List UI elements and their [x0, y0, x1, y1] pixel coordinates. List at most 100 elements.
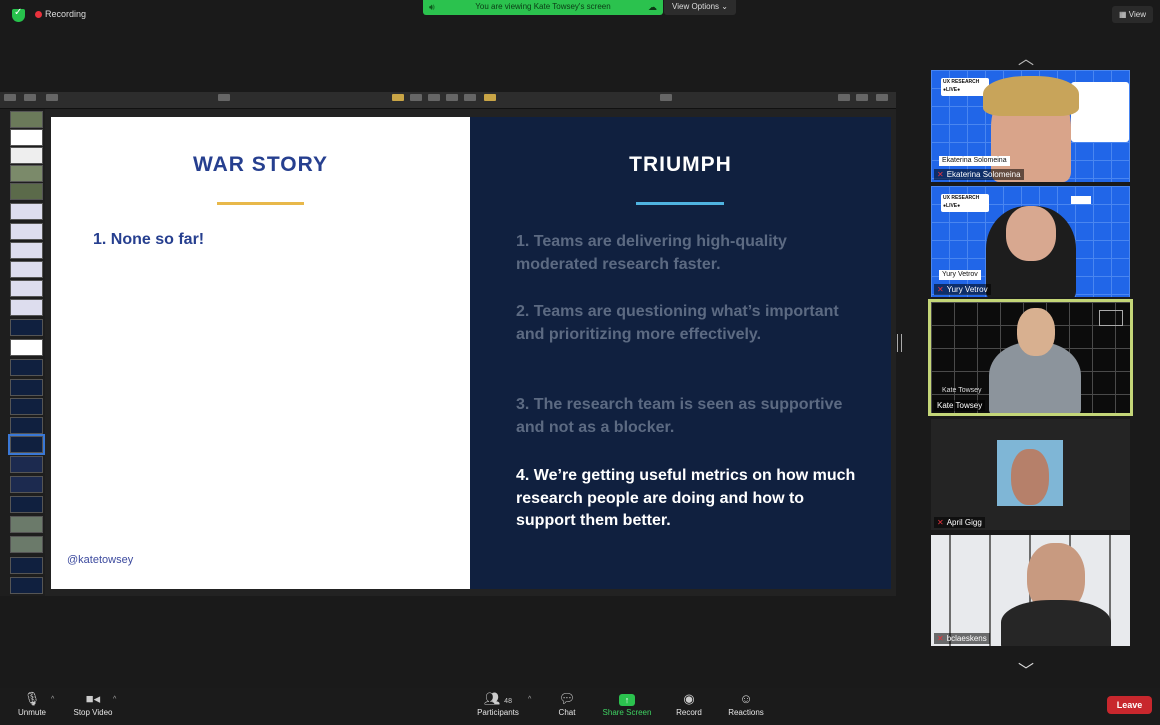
smiley-icon: ☺︎ [739, 691, 753, 706]
slide-right-panel: TRIUMPH 1. Teams are delivering high-qua… [470, 117, 891, 589]
onscreen-name-label: Kate Towsey [942, 387, 982, 394]
slide-thumbnail[interactable] [10, 299, 43, 316]
keynote-toolbar [0, 92, 896, 109]
triumph-title: TRIUMPH [629, 153, 732, 176]
chat-button[interactable]: 💬︎ Chat [552, 688, 582, 717]
slide-thumbnail[interactable] [10, 147, 43, 164]
title-underline [636, 202, 724, 205]
slide-thumbnail[interactable] [10, 379, 43, 396]
view-menu-icon[interactable] [4, 94, 16, 101]
chevron-up-icon[interactable]: ^ [51, 696, 54, 703]
slide-thumbnail[interactable] [10, 557, 43, 574]
shape-icon[interactable] [446, 94, 458, 101]
participants-button[interactable]: 👥︎ 48 Participants [473, 688, 523, 717]
slide-thumbnail[interactable] [10, 223, 43, 240]
video-camera-icon: ■◂ [85, 691, 101, 706]
participant-tile-active-speaker[interactable]: Kate Towsey Kate Towsey [928, 299, 1133, 416]
face [1011, 449, 1049, 505]
slide-navigator[interactable] [0, 109, 45, 596]
zoom-menu-icon[interactable] [24, 94, 36, 101]
logo-mark [1099, 310, 1123, 326]
mic-muted-icon: ✕ [937, 518, 944, 527]
participants-icon: 👥︎ [484, 691, 501, 706]
slide-thumbnail[interactable] [10, 476, 43, 493]
chevron-up-icon[interactable]: ^ [528, 696, 531, 703]
triumph-item: 2. Teams are questioning what’s importan… [516, 303, 839, 343]
slide-thumbnail[interactable] [10, 398, 43, 415]
participant-tile[interactable]: UX RESEARCH ●LIVE● Yury Vetrov ✕ Yury Vet… [931, 186, 1130, 297]
participant-name: ✕ bclaeskens [934, 633, 990, 644]
slide-thumbnail[interactable] [10, 165, 43, 182]
mic-muted-icon: ✕ [937, 634, 944, 643]
slide-thumbnail[interactable] [10, 280, 43, 297]
twitter-handle: @katetowsey [67, 554, 134, 566]
slide-thumbnail[interactable] [10, 319, 43, 336]
participant-name: Kate Towsey [934, 400, 986, 411]
slide-thumbnail[interactable] [10, 496, 43, 513]
view-button[interactable]: ▦ View [1112, 6, 1153, 23]
participant-tile[interactable]: UX RESEARCH ●LIVE● Ekaterina Solomeina ✕… [931, 70, 1130, 182]
media-icon[interactable] [464, 94, 476, 101]
comment-icon[interactable] [484, 94, 496, 101]
document-icon[interactable] [876, 94, 888, 101]
slide-thumbnail-selected[interactable] [8, 434, 45, 455]
stop-video-button[interactable]: ■◂ Stop Video [68, 688, 118, 717]
text-icon[interactable] [428, 94, 440, 101]
agenda-card [1071, 82, 1129, 142]
participant-tile[interactable]: ✕ April Gigg [931, 419, 1130, 530]
mic-muted-icon: 🎙︎ [23, 691, 41, 706]
slide-thumbnail[interactable] [10, 242, 43, 259]
add-slide-icon[interactable] [46, 94, 58, 101]
participant-name: ✕ Ekaterina Solomeina [934, 169, 1024, 180]
splitter-handle[interactable] [897, 334, 902, 352]
leave-button[interactable]: Leave [1107, 696, 1152, 714]
triumph-item: 1. Teams are delivering high-quality mod… [516, 233, 787, 273]
onscreen-name-label: Yury Vetrov [939, 270, 981, 280]
view-label: View [1128, 10, 1146, 19]
slide-thumbnail[interactable] [10, 111, 43, 128]
triumph-item-current: 4. We’re getting useful metrics on how m… [516, 467, 856, 529]
play-icon[interactable] [218, 94, 230, 101]
slide-thumbnail[interactable] [10, 261, 43, 278]
chevron-down-icon[interactable]: ﹀ [1018, 657, 1034, 681]
slide-left-panel: WAR STORY 1. None so far! @katetowsey [51, 117, 470, 589]
recording-label[interactable]: Recording [45, 9, 86, 19]
slide-thumbnail[interactable] [10, 456, 43, 473]
chevron-up-icon[interactable]: ︿ [1018, 45, 1034, 69]
format-icon[interactable] [838, 94, 850, 101]
ux-research-logo: UX RESEARCH ●LIVE● [941, 194, 989, 212]
security-shield-icon[interactable] [12, 7, 25, 22]
mic-muted-icon: ✕ [937, 170, 944, 179]
slide-thumbnail[interactable] [10, 129, 43, 146]
badge-card [1071, 196, 1091, 204]
share-screen-icon: ↑ [619, 694, 635, 706]
onscreen-name-label: Ekaterina Solomeina [939, 156, 1010, 166]
slide-thumbnail[interactable] [10, 516, 43, 533]
slide-thumbnail[interactable] [10, 339, 43, 356]
unmute-button[interactable]: 🎙︎ Unmute [14, 688, 50, 717]
chat-icon: 💬︎ [558, 691, 576, 706]
share-screen-button[interactable]: ↑ Share Screen [598, 688, 656, 717]
collaborate-icon[interactable] [660, 94, 672, 101]
reactions-button[interactable]: ☺︎ Reactions [724, 688, 768, 717]
view-options-button[interactable]: View Options ⌄ [664, 0, 736, 15]
slide-thumbnail[interactable] [10, 417, 43, 434]
ux-research-logo: UX RESEARCH ●LIVE● [941, 78, 989, 96]
meeting-toolbar: 🎙︎ Unmute ^ ■◂ Stop Video ^ 👥︎ 48 Partic… [0, 688, 1160, 725]
slide-thumbnail[interactable] [10, 577, 43, 594]
record-button[interactable]: ◉ Record [672, 688, 706, 717]
triumph-item: 3. The research team is seen as supporti… [516, 396, 843, 436]
cloud-icon: ☁︎ [648, 2, 657, 12]
war-story-item: 1. None so far! [93, 231, 205, 248]
slide-thumbnail[interactable] [10, 183, 43, 200]
slide-thumbnail[interactable] [10, 359, 43, 376]
chevron-up-icon[interactable]: ^ [113, 696, 116, 703]
table-icon[interactable] [392, 94, 404, 101]
viewing-banner-text: You are viewing Kate Towsey's screen [475, 2, 611, 11]
record-icon: ◉ [683, 691, 695, 706]
chart-icon[interactable] [410, 94, 422, 101]
participant-tile[interactable]: ✕ bclaeskens [931, 535, 1130, 646]
slide-thumbnail[interactable] [10, 536, 43, 553]
animate-icon[interactable] [856, 94, 868, 101]
slide-thumbnail[interactable] [10, 203, 43, 220]
